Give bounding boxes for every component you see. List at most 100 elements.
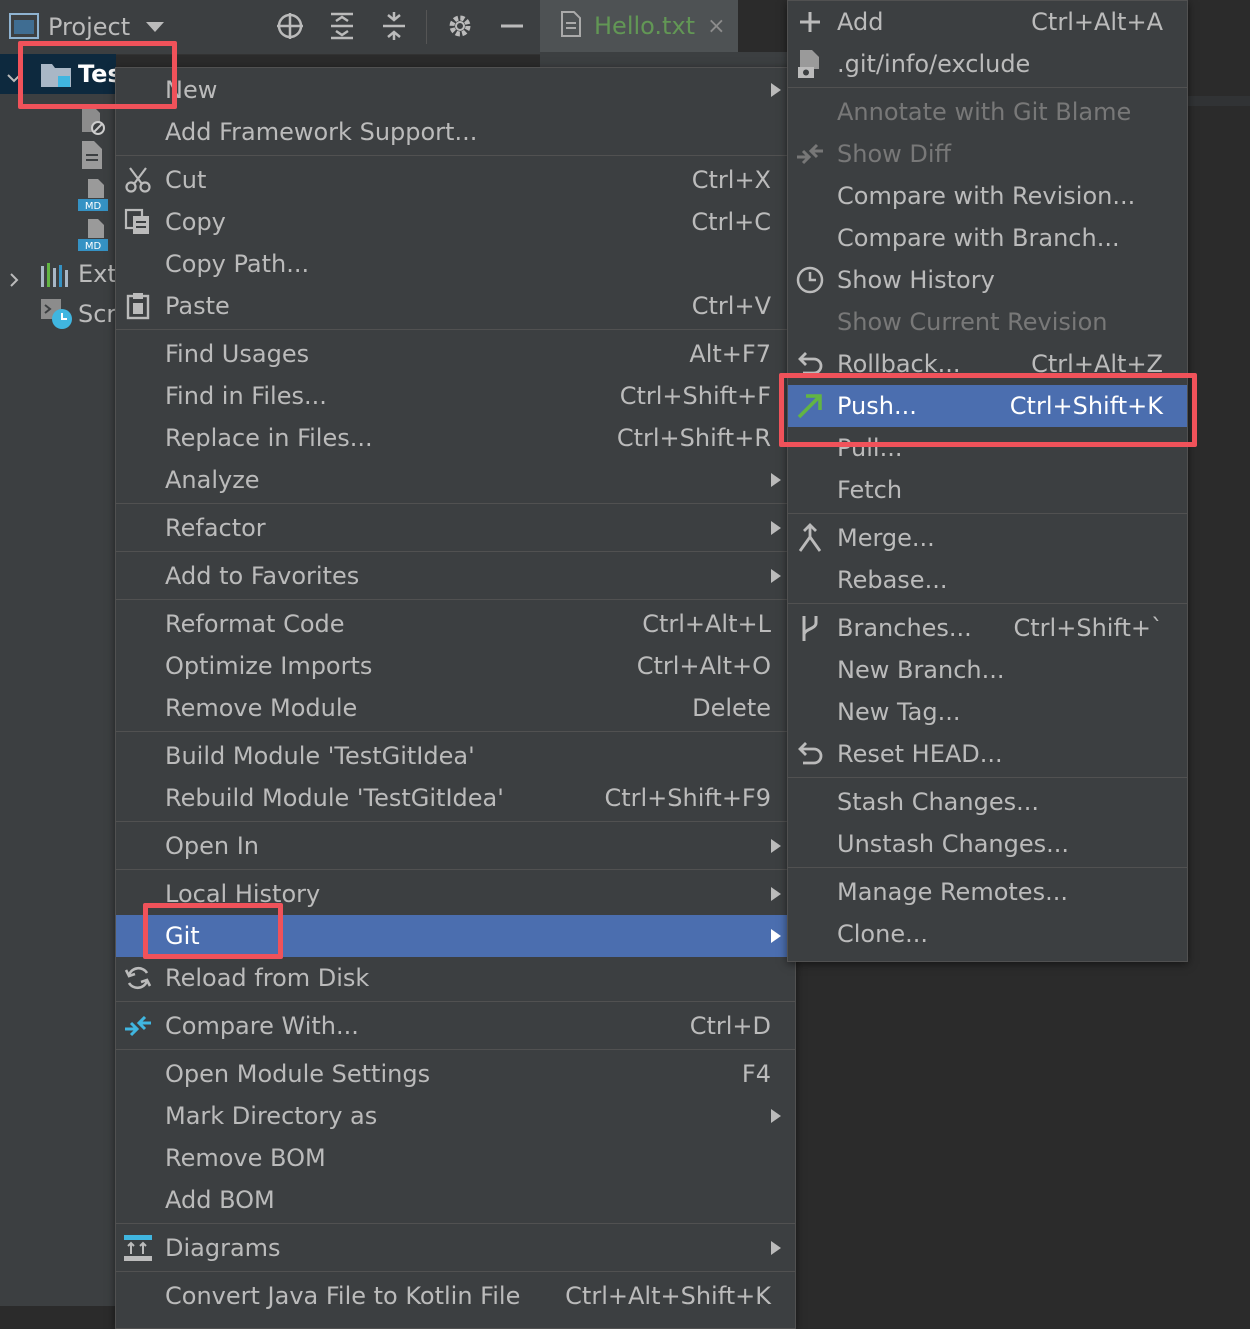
menu-item-shortcut: Ctrl+Alt+A bbox=[1031, 8, 1163, 36]
git-menu-item-stash-changes[interactable]: Stash Changes... bbox=[788, 781, 1187, 823]
git-menu-item-add[interactable]: Add Ctrl+Alt+A bbox=[788, 1, 1187, 43]
git-menu-item-compare-with-revision[interactable]: Compare with Revision... bbox=[788, 175, 1187, 217]
menu-separator bbox=[116, 1049, 795, 1050]
context-menu-item-optimize-imports[interactable]: Optimize Imports Ctrl+Alt+O bbox=[116, 645, 795, 687]
reload-icon bbox=[122, 962, 154, 994]
collapse-all-icon[interactable] bbox=[376, 8, 412, 44]
menu-item-label: Optimize Imports bbox=[165, 652, 373, 680]
locate-icon[interactable] bbox=[272, 8, 308, 44]
git-menu-item-fetch[interactable]: Fetch bbox=[788, 469, 1187, 511]
git-menu-item-reset-head[interactable]: Reset HEAD... bbox=[788, 733, 1187, 775]
menu-separator bbox=[116, 329, 795, 330]
context-menu-item-add-bom[interactable]: Add BOM bbox=[116, 1179, 795, 1221]
menu-item-shortcut: Ctrl+Shift+F9 bbox=[604, 784, 771, 812]
highlight-project-root bbox=[18, 41, 177, 109]
menu-item-label: Analyze bbox=[165, 466, 260, 494]
menu-item-label: Rebuild Module 'TestGitIdea' bbox=[165, 784, 504, 812]
context-menu-item-open-module-settings[interactable]: Open Module Settings F4 bbox=[116, 1053, 795, 1095]
tab-label: Hello.txt bbox=[594, 12, 696, 40]
menu-item-label: Add bbox=[837, 8, 884, 36]
menu-item-shortcut: Ctrl+Shift+` bbox=[1013, 614, 1163, 642]
context-menu-item-copy[interactable]: Copy Ctrl+C bbox=[116, 201, 795, 243]
plus-icon bbox=[794, 6, 826, 38]
context-menu-item-reformat-code[interactable]: Reformat Code Ctrl+Alt+L bbox=[116, 603, 795, 645]
menu-item-label: Open In bbox=[165, 832, 260, 860]
gear-icon[interactable] bbox=[442, 8, 478, 44]
context-menu-item-reload-from-disk[interactable]: Reload from Disk bbox=[116, 957, 795, 999]
menu-item-label: Add Framework Support... bbox=[165, 118, 478, 146]
submenu-arrow-icon bbox=[771, 887, 781, 901]
menu-separator bbox=[788, 867, 1187, 868]
context-menu-item-build-module-testgitidea[interactable]: Build Module 'TestGitIdea' bbox=[116, 735, 795, 777]
menu-item-label: Find in Files... bbox=[165, 382, 327, 410]
menu-item-shortcut: Ctrl+Alt+L bbox=[642, 610, 771, 638]
context-menu-item-remove-module[interactable]: Remove Module Delete bbox=[116, 687, 795, 729]
menu-separator bbox=[788, 603, 1187, 604]
menu-item-label: Add to Favorites bbox=[165, 562, 360, 590]
context-menu-item-replace-in-files[interactable]: Replace in Files... Ctrl+Shift+R bbox=[116, 417, 795, 459]
context-menu-item-find-usages[interactable]: Find Usages Alt+F7 bbox=[116, 333, 795, 375]
svg-text:MD: MD bbox=[85, 201, 102, 212]
git-menu-item-new-branch[interactable]: New Branch... bbox=[788, 649, 1187, 691]
git-menu-item-git-info-exclude[interactable]: .git/info/exclude bbox=[788, 43, 1187, 85]
menu-item-label: Manage Remotes... bbox=[837, 878, 1068, 906]
submenu-arrow-icon bbox=[771, 1109, 781, 1123]
menu-item-shortcut: Ctrl+V bbox=[691, 292, 771, 320]
git-menu-item-branches[interactable]: Branches... Ctrl+Shift+` bbox=[788, 607, 1187, 649]
markdown-file-icon: MD bbox=[76, 178, 110, 218]
context-menu-item-analyze[interactable]: Analyze bbox=[116, 459, 795, 501]
git-menu-item-merge[interactable]: Merge... bbox=[788, 517, 1187, 559]
menu-item-label: Paste bbox=[165, 292, 230, 320]
menu-item-shortcut: Ctrl+C bbox=[691, 208, 771, 236]
expand-all-icon[interactable] bbox=[324, 8, 360, 44]
menu-item-label: Branches... bbox=[837, 614, 972, 642]
submenu-arrow-icon bbox=[771, 839, 781, 853]
git-menu-item-unstash-changes[interactable]: Unstash Changes... bbox=[788, 823, 1187, 865]
chevron-right-icon[interactable] bbox=[6, 266, 22, 294]
context-menu-item-diagrams[interactable]: Diagrams bbox=[116, 1227, 795, 1269]
git-menu-item-show-history[interactable]: Show History bbox=[788, 259, 1187, 301]
git-menu-item-compare-with-branch[interactable]: Compare with Branch... bbox=[788, 217, 1187, 259]
menu-separator bbox=[116, 1223, 795, 1224]
context-menu-item-copy-path[interactable]: Copy Path... bbox=[116, 243, 795, 285]
context-menu-item-rebuild-module-testgitidea[interactable]: Rebuild Module 'TestGitIdea' Ctrl+Shift+F… bbox=[116, 777, 795, 819]
context-menu-item-remove-bom[interactable]: Remove BOM bbox=[116, 1137, 795, 1179]
git-menu-item-show-diff: Show Diff bbox=[788, 133, 1187, 175]
menu-item-label: Convert Java File to Kotlin File bbox=[165, 1282, 521, 1310]
editor-tab-hello[interactable]: Hello.txt × bbox=[540, 0, 738, 52]
context-menu-item-cut[interactable]: Cut Ctrl+X bbox=[116, 159, 795, 201]
context-menu-item-mark-directory-as[interactable]: Mark Directory as bbox=[116, 1095, 795, 1137]
git-menu-item-new-tag[interactable]: New Tag... bbox=[788, 691, 1187, 733]
context-menu-item-compare-with[interactable]: Compare With... Ctrl+D bbox=[116, 1005, 795, 1047]
menu-item-label: Build Module 'TestGitIdea' bbox=[165, 742, 475, 770]
git-menu-item-rebase[interactable]: Rebase... bbox=[788, 559, 1187, 601]
menu-separator bbox=[788, 513, 1187, 514]
context-menu-item-refactor[interactable]: Refactor bbox=[116, 507, 795, 549]
menu-separator bbox=[116, 503, 795, 504]
context-menu-item-paste[interactable]: Paste Ctrl+V bbox=[116, 285, 795, 327]
branch-icon bbox=[794, 612, 826, 644]
context-menu-item-new[interactable]: New bbox=[116, 69, 795, 111]
menu-item-shortcut: F4 bbox=[741, 1060, 771, 1088]
merge-icon bbox=[794, 522, 826, 554]
git-menu-item-clone[interactable]: Clone... bbox=[788, 913, 1187, 955]
menu-item-label: Compare With... bbox=[165, 1012, 359, 1040]
menu-item-label: Refactor bbox=[165, 514, 266, 542]
menu-separator bbox=[788, 87, 1187, 88]
submenu-arrow-icon bbox=[771, 473, 781, 487]
context-menu-item-add-framework-support[interactable]: Add Framework Support... bbox=[116, 111, 795, 153]
menu-separator bbox=[116, 1271, 795, 1272]
context-menu-item-convert-java-file-to-kotlin-file[interactable]: Convert Java File to Kotlin File Ctrl+Alt… bbox=[116, 1275, 795, 1317]
submenu-arrow-icon bbox=[771, 569, 781, 583]
close-icon[interactable]: × bbox=[707, 14, 725, 39]
context-menu-item-add-to-favorites[interactable]: Add to Favorites bbox=[116, 555, 795, 597]
menu-item-shortcut: Ctrl+Shift+R bbox=[616, 424, 771, 452]
git-menu-item-manage-remotes[interactable]: Manage Remotes... bbox=[788, 871, 1187, 913]
undo-icon bbox=[794, 738, 826, 770]
context-menu-item-open-in[interactable]: Open In bbox=[116, 825, 795, 867]
menu-item-label: Find Usages bbox=[165, 340, 310, 368]
file-icon bbox=[794, 48, 826, 80]
minimize-icon[interactable] bbox=[494, 8, 530, 44]
menu-item-label: Annotate with Git Blame bbox=[837, 98, 1132, 126]
context-menu-item-find-in-files[interactable]: Find in Files... Ctrl+Shift+F bbox=[116, 375, 795, 417]
